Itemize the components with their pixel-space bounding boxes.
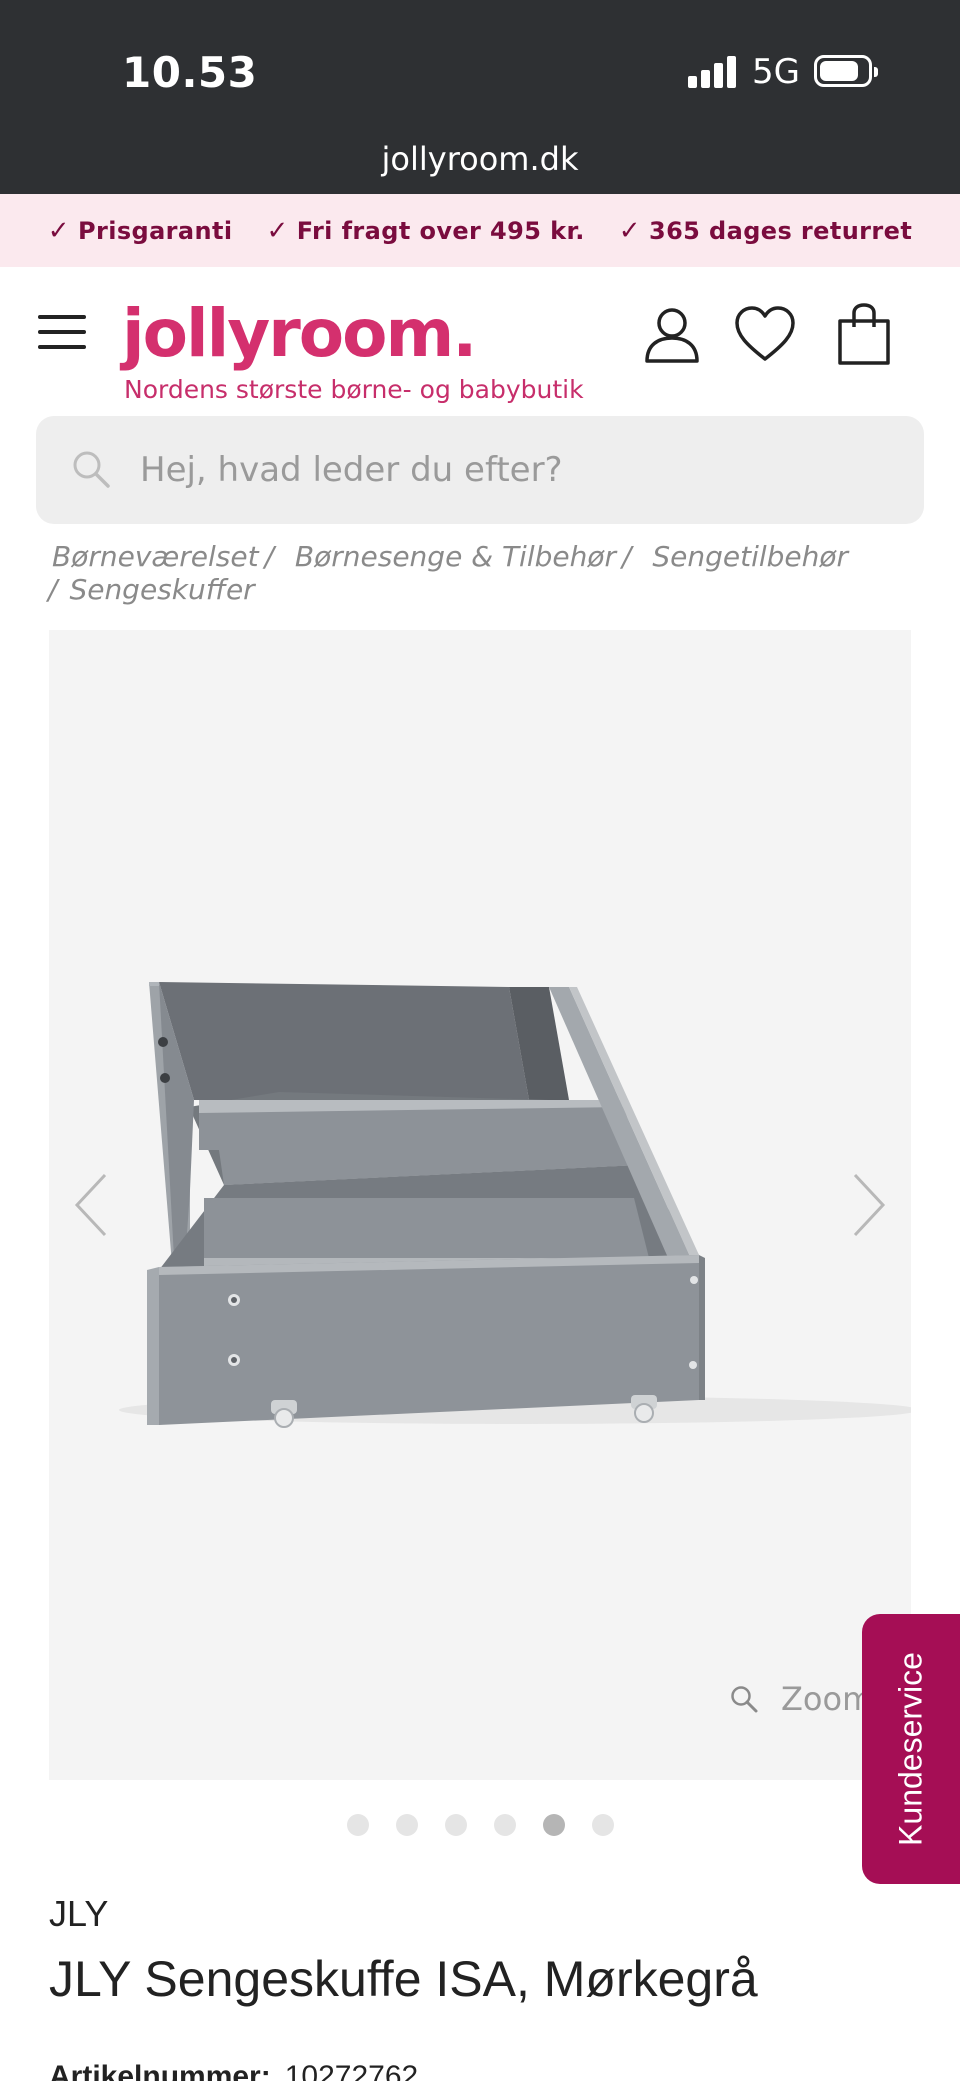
carousel-dots [0,1814,960,1836]
carousel-dot-active[interactable] [542,1814,565,1836]
site-header: jollyroom. Nordens største børne- og bab… [0,267,960,407]
breadcrumb-separator: / [48,573,58,606]
carousel-dot[interactable] [346,1814,369,1836]
product-image [119,982,911,1428]
chevron-right-icon[interactable] [849,1170,889,1240]
usp-label: Fri fragt over 495 kr. [296,216,585,245]
product-gallery[interactable]: Zoom [49,630,911,1780]
breadcrumb: Børneværelset / Børnesenge & Tilbehør / Se… [48,540,912,606]
status-time: 10.53 [122,48,258,97]
battery-icon [814,55,878,87]
breadcrumb-link[interactable]: Sengetilbehør [652,540,848,573]
site-tagline: Nordens største børne- og babybutik [124,375,584,404]
wishlist-icon[interactable] [733,303,797,367]
breadcrumb-separator: / [622,540,632,573]
status-bar: 10.53 5G jollyroom.dk [0,0,960,194]
check-icon: ✓ [266,215,289,246]
zoom-icon [731,1686,758,1713]
carousel-dot[interactable] [444,1814,467,1836]
usp-item: ✓ 365 dages returret [619,216,912,246]
search-icon [73,451,110,488]
carousel-dot[interactable] [493,1814,516,1836]
zoom-button[interactable]: Zoom [729,1680,873,1718]
carousel-dot[interactable] [591,1814,614,1836]
product-title: JLY Sengeskuffe ISA, Mørkegrå [49,1951,758,2007]
product-brand[interactable]: JLY [49,1893,108,1935]
menu-icon[interactable] [38,315,86,349]
breadcrumb-link[interactable]: Sengeskuffer [69,573,254,606]
breadcrumb-link[interactable]: Børnesenge & Tilbehør [295,540,616,573]
signal-icon [688,56,738,88]
breadcrumb-separator: / [264,540,275,573]
browser-url[interactable]: jollyroom.dk [0,140,960,178]
search-bar [36,416,924,524]
usp-item: ✓ Fri fragt over 495 kr. [267,216,585,246]
usp-label: 365 dages returret [648,216,913,245]
article-number-value: 10272762 [284,2060,419,2081]
cart-icon[interactable] [832,303,896,367]
carousel-dot[interactable] [395,1814,418,1836]
breadcrumb-link[interactable]: Børneværelset [52,540,259,573]
article-number-label: Artikelnummer: [49,2060,271,2081]
article-number: Artikelnummer: 10272762 [49,2060,419,2081]
search-input[interactable] [140,436,880,504]
customer-service-tab[interactable]: Kundeservice [862,1614,960,1884]
check-icon: ✓ [47,215,70,246]
usp-label: Prisgaranti [77,216,233,245]
account-icon[interactable] [640,303,704,367]
chevron-left-icon[interactable] [71,1170,111,1240]
customer-service-label: Kundeservice [892,1652,929,1846]
zoom-label: Zoom [781,1680,874,1718]
usp-bar: ✓ Prisgaranti ✓ Fri fragt over 495 kr. ✓… [0,194,960,267]
site-logo[interactable]: jollyroom. [122,295,477,372]
network-label: 5G [752,52,800,92]
usp-item: ✓ Prisgaranti [48,216,233,246]
check-icon: ✓ [618,215,641,246]
